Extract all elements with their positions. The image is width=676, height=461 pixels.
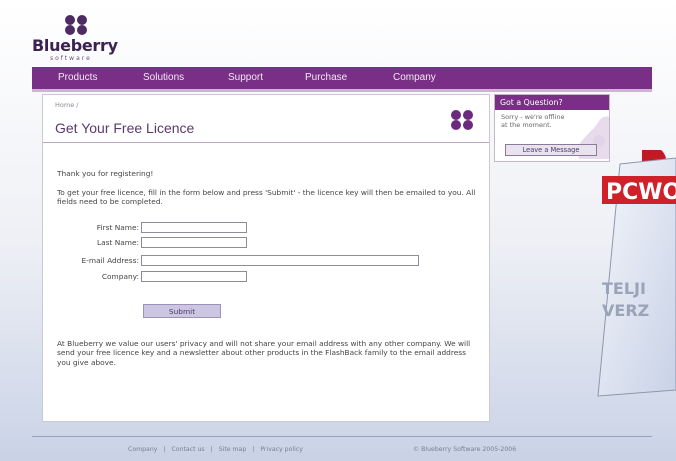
email-label: E-mail Address: (81, 256, 139, 265)
logo-tagline: software (50, 55, 92, 62)
main-nav: Products Solutions Support Purchase Comp… (32, 67, 652, 92)
logo[interactable]: Blueberry software (32, 14, 122, 64)
company-label: Company: (101, 272, 139, 281)
nav-item-purchase[interactable]: Purchase (305, 72, 347, 83)
footer-link-contact[interactable]: Contact us (171, 446, 204, 453)
first-name-input[interactable] (141, 222, 247, 233)
badge-brand: PCWORL (606, 180, 676, 205)
badge-line-2: VERZ (602, 301, 649, 320)
nav-item-products[interactable]: Products (58, 72, 97, 83)
help-box-text: Sorry - we're offline at the moment. (501, 113, 565, 129)
logo-name: Blueberry (32, 36, 118, 55)
privacy-text: At Blueberry we value our users' privacy… (57, 339, 471, 367)
page-title: Get Your Free Licence (55, 120, 195, 136)
thanks-text: Thank you for registering! (57, 169, 154, 178)
blueberry-logo-icon (65, 15, 87, 35)
footer-separator: | (210, 446, 213, 453)
company-input[interactable] (141, 271, 247, 282)
nav-item-support[interactable]: Support (228, 72, 263, 83)
footer-copyright: © Blueberry Software 2005-2006 (413, 446, 517, 453)
footer-link-sitemap[interactable]: Site map (219, 446, 247, 453)
nav-item-solutions[interactable]: Solutions (143, 72, 184, 83)
help-box-title: Got a Question? (495, 95, 609, 110)
badge-line-1: TELJI (602, 279, 646, 298)
nav-item-company[interactable]: Company (393, 72, 436, 83)
footer-divider (32, 436, 652, 437)
first-name-label: First Name: (96, 223, 139, 232)
footer-link-company[interactable]: Company (128, 446, 157, 453)
pcworld-badge: PCWORL TELJI VERZ (597, 150, 676, 397)
instructions-text: To get your free licence, fill in the fo… (57, 188, 476, 207)
page: Blueberry software Products Solutions Su… (0, 0, 676, 461)
submit-button[interactable]: Submit (143, 304, 221, 318)
footer-separator: | (252, 446, 255, 453)
footer-link-privacy[interactable]: Privacy policy (260, 446, 303, 453)
footer-separator: | (163, 446, 166, 453)
email-input[interactable] (141, 255, 419, 266)
title-divider (43, 142, 489, 143)
main-content: Home / Get Your Free Licence Thank you f… (42, 94, 490, 422)
last-name-input[interactable] (141, 237, 247, 248)
footer-links: Company | Contact us | Site map | Privac… (128, 446, 303, 453)
breadcrumb[interactable]: Home / (55, 101, 78, 109)
last-name-label: Last Name: (96, 238, 139, 247)
blueberry-icon (451, 110, 473, 130)
